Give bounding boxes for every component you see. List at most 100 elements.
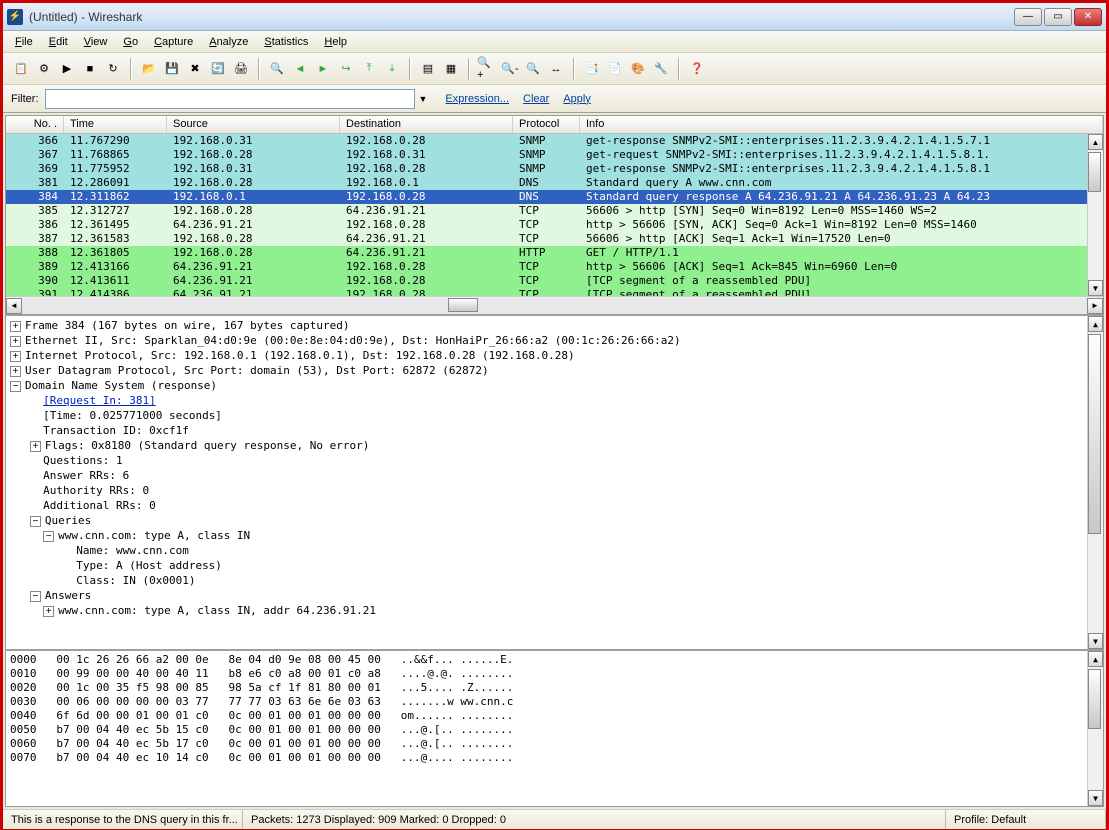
scroll-thumb[interactable] bbox=[1088, 334, 1101, 534]
clear-link[interactable]: Clear bbox=[523, 93, 549, 105]
packet-row[interactable]: 38712.361583192.168.0.2864.236.91.21TCP5… bbox=[6, 232, 1103, 246]
hex-line[interactable]: 0050 b7 00 04 40 ec 5b 15 c0 0c 00 01 00… bbox=[10, 723, 1099, 737]
tree-query-item[interactable]: www.cnn.com: type A, class IN bbox=[58, 529, 250, 542]
tree-answers[interactable]: Answers bbox=[45, 589, 91, 602]
col-no[interactable]: No. . bbox=[6, 116, 64, 133]
hex-line[interactable]: 0060 b7 00 04 40 ec 5b 17 c0 0c 00 01 00… bbox=[10, 737, 1099, 751]
tree-ip[interactable]: Internet Protocol, Src: 192.168.0.1 (192… bbox=[25, 349, 575, 362]
last-icon[interactable]: ⤓ bbox=[382, 59, 402, 79]
tree-auth-rr[interactable]: Authority RRs: 0 bbox=[43, 484, 149, 497]
expander-icon[interactable]: + bbox=[10, 336, 21, 347]
expander-icon[interactable]: − bbox=[10, 381, 21, 392]
menu-help[interactable]: Help bbox=[316, 33, 355, 51]
col-protocol[interactable]: Protocol bbox=[513, 116, 580, 133]
filter-input[interactable] bbox=[45, 89, 415, 109]
apply-link[interactable]: Apply bbox=[563, 93, 591, 105]
packet-row[interactable]: 38412.311862192.168.0.1192.168.0.28DNSSt… bbox=[6, 190, 1103, 204]
prefs-icon[interactable]: 🔧 bbox=[651, 59, 671, 79]
display-filters-icon[interactable]: 📄 bbox=[605, 59, 625, 79]
packet-row[interactable]: 39112.41438664.236.91.21192.168.0.28TCP[… bbox=[6, 288, 1103, 296]
details-vscroll[interactable]: ▲ ▼ bbox=[1087, 316, 1103, 649]
back-icon[interactable]: ◄ bbox=[290, 59, 310, 79]
col-destination[interactable]: Destination bbox=[340, 116, 513, 133]
forward-icon[interactable]: ► bbox=[313, 59, 333, 79]
packet-row[interactable]: 36611.767290192.168.0.31192.168.0.28SNMP… bbox=[6, 134, 1103, 148]
zoomout-icon[interactable]: 🔍- bbox=[500, 59, 520, 79]
tree-ethernet[interactable]: Ethernet II, Src: Sparklan_04:d0:9e (00:… bbox=[25, 334, 681, 347]
tree-txid[interactable]: Transaction ID: 0xcf1f bbox=[43, 424, 189, 437]
first-icon[interactable]: ⤒ bbox=[359, 59, 379, 79]
restart-capture-icon[interactable]: ↻ bbox=[103, 59, 123, 79]
scroll-down-icon[interactable]: ▼ bbox=[1088, 280, 1103, 296]
zoom100-icon[interactable]: 🔍 bbox=[523, 59, 543, 79]
tree-query-type[interactable]: Type: A (Host address) bbox=[76, 559, 222, 572]
help-icon[interactable]: ❓ bbox=[687, 59, 707, 79]
tree-request-in[interactable]: [Request In: 381] bbox=[43, 394, 156, 407]
packet-row[interactable]: 39012.41361164.236.91.21192.168.0.28TCP[… bbox=[6, 274, 1103, 288]
coloring-rules-icon[interactable]: 🎨 bbox=[628, 59, 648, 79]
autoscroll-icon[interactable]: ▦ bbox=[441, 59, 461, 79]
packet-list-body[interactable]: 36611.767290192.168.0.31192.168.0.28SNMP… bbox=[6, 134, 1103, 296]
tree-frame[interactable]: Frame 384 (167 bytes on wire, 167 bytes … bbox=[25, 319, 350, 332]
col-info[interactable]: Info bbox=[580, 116, 1103, 133]
capture-filters-icon[interactable]: 📑 bbox=[582, 59, 602, 79]
hex-line[interactable]: 0070 b7 00 04 40 ec 10 14 c0 0c 00 01 00… bbox=[10, 751, 1099, 765]
hex-line[interactable]: 0040 6f 6d 00 00 01 00 01 c0 0c 00 01 00… bbox=[10, 709, 1099, 723]
expander-icon[interactable]: + bbox=[10, 366, 21, 377]
tree-addl-rr[interactable]: Additional RRs: 0 bbox=[43, 499, 156, 512]
scroll-up-icon[interactable]: ▲ bbox=[1088, 651, 1103, 667]
expander-icon[interactable]: − bbox=[30, 516, 41, 527]
scroll-down-icon[interactable]: ▼ bbox=[1088, 633, 1103, 649]
options-icon[interactable]: ⚙ bbox=[34, 59, 54, 79]
scroll-track[interactable] bbox=[22, 298, 1087, 314]
menu-capture[interactable]: Capture bbox=[146, 33, 201, 51]
menu-file[interactable]: File bbox=[7, 33, 41, 51]
find-icon[interactable]: 🔍 bbox=[267, 59, 287, 79]
hex-line[interactable]: 0020 00 1c 00 35 f5 98 00 85 98 5a cf 1f… bbox=[10, 681, 1099, 695]
goto-icon[interactable]: ↪ bbox=[336, 59, 356, 79]
menu-analyze[interactable]: Analyze bbox=[201, 33, 256, 51]
expander-icon[interactable]: + bbox=[43, 606, 54, 617]
colorize-icon[interactable]: ▤ bbox=[418, 59, 438, 79]
hex-line[interactable]: 0000 00 1c 26 26 66 a2 00 0e 8e 04 d0 9e… bbox=[10, 653, 1099, 667]
scroll-thumb[interactable] bbox=[1088, 152, 1101, 192]
zoomin-icon[interactable]: 🔍+ bbox=[477, 59, 497, 79]
packet-row[interactable]: 38612.36149564.236.91.21192.168.0.28TCPh… bbox=[6, 218, 1103, 232]
save-icon[interactable]: 💾 bbox=[162, 59, 182, 79]
close-icon[interactable]: ✖ bbox=[185, 59, 205, 79]
packet-row[interactable]: 38112.286091192.168.0.28192.168.0.1DNSSt… bbox=[6, 176, 1103, 190]
print-icon[interactable]: 🖨 bbox=[231, 59, 251, 79]
expander-icon[interactable]: − bbox=[43, 531, 54, 542]
packet-row[interactable]: 38812.361805192.168.0.2864.236.91.21HTTP… bbox=[6, 246, 1103, 260]
close-button[interactable]: ✕ bbox=[1074, 8, 1102, 26]
expander-icon[interactable]: + bbox=[30, 441, 41, 452]
packet-bytes-pane[interactable]: ▲ ▼ 0000 00 1c 26 26 66 a2 00 0e 8e 04 d… bbox=[6, 651, 1103, 806]
maximize-button[interactable]: ▭ bbox=[1044, 8, 1072, 26]
packet-row[interactable]: 36711.768865192.168.0.28192.168.0.31SNMP… bbox=[6, 148, 1103, 162]
menu-edit[interactable]: Edit bbox=[41, 33, 76, 51]
hex-line[interactable]: 0010 00 99 00 00 40 00 40 11 b8 e6 c0 a8… bbox=[10, 667, 1099, 681]
tree-answer-item[interactable]: www.cnn.com: type A, class IN, addr 64.2… bbox=[58, 604, 376, 617]
scroll-down-icon[interactable]: ▼ bbox=[1088, 790, 1103, 806]
tree-questions[interactable]: Questions: 1 bbox=[43, 454, 122, 467]
tree-dns[interactable]: Domain Name System (response) bbox=[25, 379, 217, 392]
scroll-thumb[interactable] bbox=[1088, 669, 1101, 729]
minimize-button[interactable]: — bbox=[1014, 8, 1042, 26]
tree-query-class[interactable]: Class: IN (0x0001) bbox=[76, 574, 195, 587]
scroll-left-icon[interactable]: ◄ bbox=[6, 298, 22, 314]
tree-flags[interactable]: Flags: 0x8180 (Standard query response, … bbox=[45, 439, 370, 452]
menu-statistics[interactable]: Statistics bbox=[256, 33, 316, 51]
packet-details-pane[interactable]: + Frame 384 (167 bytes on wire, 167 bytes… bbox=[6, 316, 1103, 651]
scroll-thumb[interactable] bbox=[448, 298, 478, 312]
expression-link[interactable]: Expression... bbox=[445, 93, 509, 105]
menu-go[interactable]: Go bbox=[115, 33, 146, 51]
packet-row[interactable]: 38512.312727192.168.0.2864.236.91.21TCP5… bbox=[6, 204, 1103, 218]
packet-list-hscroll[interactable]: ◄ ► bbox=[6, 296, 1103, 314]
reload-icon[interactable]: 🔄 bbox=[208, 59, 228, 79]
packet-row[interactable]: 38912.41316664.236.91.21192.168.0.28TCPh… bbox=[6, 260, 1103, 274]
open-icon[interactable]: 📂 bbox=[139, 59, 159, 79]
expander-icon[interactable]: + bbox=[10, 321, 21, 332]
interfaces-icon[interactable]: 📋 bbox=[11, 59, 31, 79]
packet-row[interactable]: 36911.775952192.168.0.31192.168.0.28SNMP… bbox=[6, 162, 1103, 176]
menu-view[interactable]: View bbox=[76, 33, 116, 51]
